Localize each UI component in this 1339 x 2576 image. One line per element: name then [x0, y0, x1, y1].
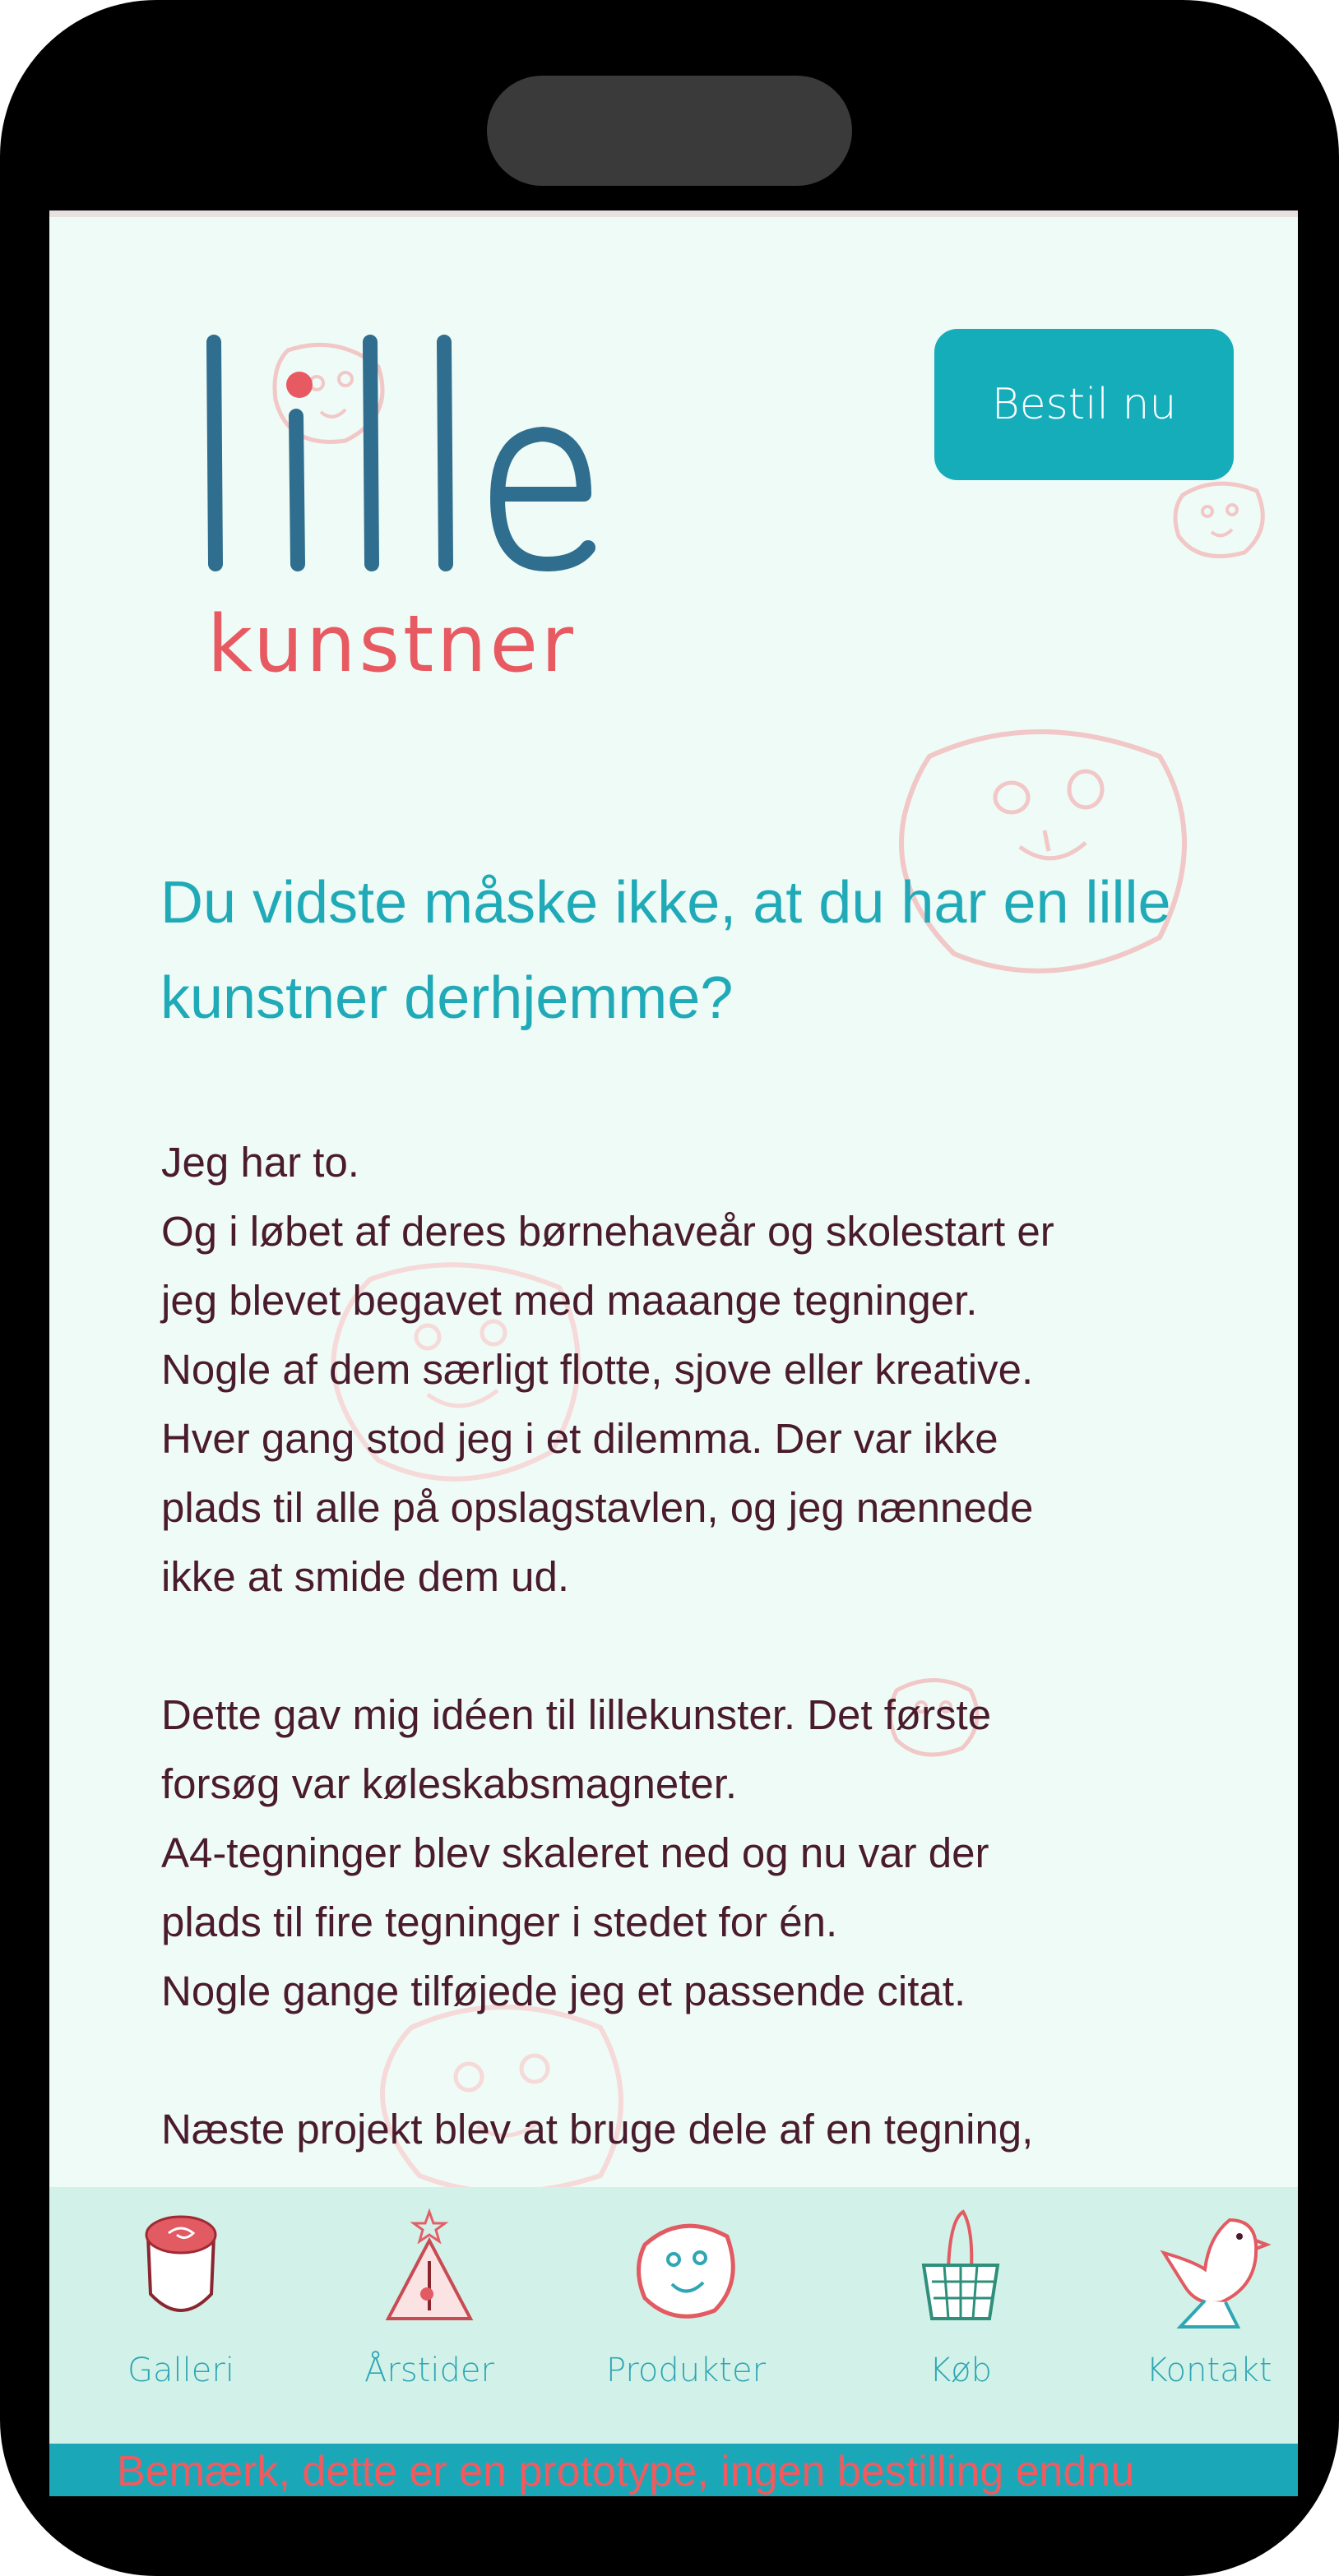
phone-notch — [487, 76, 852, 186]
paragraph-2: Dette gav mig idéen til lillekunster. De… — [161, 1681, 1230, 2026]
logo[interactable]: kunstner — [156, 326, 617, 753]
text-line: jeg blevet begavet med maaange tegninger… — [161, 1277, 978, 1324]
text-line: A4-tegninger blev skaleret ned og nu var… — [161, 1829, 989, 1876]
prototype-notice: Bemærk, dette er en prototype, ingen bes… — [117, 2448, 1135, 2495]
paragraph-1: Jeg har to. Og i løbet af deres børnehav… — [161, 1128, 1230, 1612]
basket-icon — [921, 2209, 1000, 2320]
text-line: plads til fire tegninger i stedet for én… — [161, 1898, 838, 1945]
nav-item-arstider[interactable]: Årstider — [331, 2204, 528, 2434]
text-line: Næste projekt blev at bruge dele af en t… — [161, 2106, 1034, 2153]
text-line: forsøg var køleskabsmagneter. — [161, 1760, 738, 1807]
nav-label: Kontakt — [1146, 2352, 1272, 2389]
doodle-face-icon — [1166, 470, 1273, 565]
text-line: ikke at smide dem ud. — [161, 1553, 570, 1600]
text-line: Hver gang stod jeg i et dilemma. Der var… — [161, 1415, 998, 1462]
tree-icon — [385, 2208, 474, 2320]
nav-item-kontakt[interactable]: Kontakt — [1110, 2204, 1298, 2434]
text-line: Nogle gange tilføjede jeg et passende ci… — [161, 1968, 966, 2014]
logo-subtitle: kunstner — [207, 599, 577, 690]
nav-item-galleri[interactable]: Galleri — [82, 2204, 280, 2434]
nav-label: Galleri — [127, 2352, 234, 2389]
text-line: Jeg har to. — [161, 1139, 359, 1186]
cup-icon — [145, 2215, 217, 2312]
text-line: Nogle af dem særligt flotte, sjove eller… — [161, 1346, 1034, 1393]
text-line: Dette gav mig idéen til lillekunster. De… — [161, 1691, 992, 1738]
story-text: Jeg har to. Og i løbet af deres børnehav… — [161, 1128, 1230, 2233]
bottom-nav: Galleri Årstider Produkter Køb Kontakt — [49, 2187, 1298, 2444]
text-line: Og i løbet af deres børnehaveår og skole… — [161, 1208, 1054, 1255]
order-button[interactable]: Bestil nu — [934, 329, 1234, 480]
nav-label: Produkter — [605, 2352, 767, 2389]
face-icon — [637, 2223, 735, 2319]
prototype-notice-bar: Bemærk, dette er en prototype, ingen bes… — [49, 2444, 1298, 2496]
nav-item-produkter[interactable]: Produkter — [587, 2204, 785, 2434]
nav-item-kob[interactable]: Køb — [862, 2204, 1059, 2434]
paragraph-3: Næste projekt blev at bruge dele af en t… — [161, 2095, 1230, 2164]
bird-icon — [1160, 2218, 1271, 2329]
nav-label: Årstider — [364, 2352, 494, 2389]
screen: kunstner Bestil nu Du vidste måske ikke,… — [49, 210, 1298, 2496]
nav-label: Køb — [929, 2352, 993, 2389]
phone-frame: kunstner Bestil nu Du vidste måske ikke,… — [0, 0, 1339, 2576]
text-line: plads til alle på opslagstavlen, og jeg … — [161, 1484, 1034, 1531]
page-headline: Du vidste måske ikke, at du har en lille… — [160, 870, 1171, 1031]
top-border — [49, 210, 1298, 217]
